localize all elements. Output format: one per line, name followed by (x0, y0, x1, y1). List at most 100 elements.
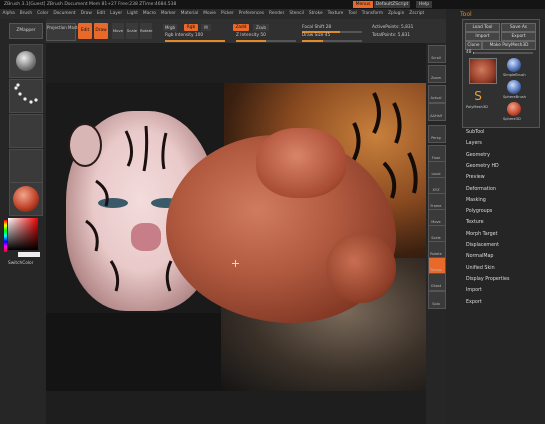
tool-menu-geometry-hd[interactable]: Geometry HD (466, 164, 499, 169)
load-tool-button[interactable]: Load Tool (465, 23, 500, 32)
draw-size-slider[interactable] (302, 40, 362, 42)
menu-macro[interactable]: Macro (140, 9, 158, 19)
tool-menu-import[interactable]: Import (466, 288, 482, 293)
shelf-actual-button[interactable] (428, 85, 446, 103)
dots-stroke-icon (14, 83, 38, 104)
shelf-xyz-label: XYZ (432, 188, 440, 192)
shelf-zoom-button[interactable] (428, 65, 446, 83)
menu-zplugin[interactable]: Zplugin (386, 9, 407, 19)
spherebrush-icon[interactable] (507, 80, 521, 94)
draw-button[interactable]: Draw (94, 23, 108, 39)
m-button[interactable]: M (201, 24, 211, 31)
zsub-button[interactable]: Zsub (253, 24, 269, 31)
z-intensity-slider[interactable] (236, 40, 296, 42)
menu-alpha[interactable]: Alpha (0, 9, 17, 19)
menu-transform[interactable]: Transform (359, 9, 385, 19)
menu-document[interactable]: Document (51, 9, 78, 19)
tool-menu-unified-skin[interactable]: Unified Skin (466, 266, 495, 271)
menu-marker[interactable]: Marker (158, 9, 178, 19)
menu-light[interactable]: Light (125, 9, 141, 19)
projection-master-button[interactable]: Projection Master (46, 23, 82, 41)
export-button[interactable]: Export (501, 32, 536, 41)
menu-brush[interactable]: Brush (17, 9, 34, 19)
shelf-solo-button[interactable] (428, 291, 446, 309)
tool-menu-masking[interactable]: Masking (466, 198, 486, 203)
menu-movie[interactable]: Movie (201, 9, 219, 19)
menu-layer[interactable]: Layer (108, 9, 125, 19)
z-intensity-label: Z Intensity 50 (236, 33, 266, 38)
document-canvas[interactable] (46, 83, 426, 391)
shelf-scale-label: Scale (431, 236, 441, 240)
menu-picker[interactable]: Picker (218, 9, 236, 19)
make-polymesh3d-button[interactable]: Make PolyMesh3D (482, 41, 536, 50)
shelf-local-label: Local (431, 172, 441, 176)
clone-button[interactable]: Clone (465, 41, 482, 50)
sculpted-mesh-lobe (326, 233, 396, 303)
menus-button[interactable]: Menus (353, 1, 373, 8)
menu-zscript[interactable]: Zscript (407, 9, 427, 19)
tool-menu-normalmap[interactable]: NormalMap (466, 254, 493, 259)
mrgb-button[interactable]: Mrgb (163, 24, 177, 31)
current-tool-thumb[interactable] (469, 58, 497, 84)
simplebrush-label: SimpleBrush (503, 73, 526, 77)
tool-menu-subtool[interactable]: SubTool (466, 130, 484, 135)
menu-tool[interactable]: Tool (346, 9, 359, 19)
standard-brush-icon (16, 51, 36, 71)
polymesh3d-icon[interactable]: S (471, 89, 485, 103)
texture-selector[interactable] (9, 149, 43, 183)
tool-slider[interactable] (473, 52, 533, 54)
menu-color[interactable]: Color (35, 9, 51, 19)
tool-menu-geometry[interactable]: Geometry (466, 153, 490, 158)
tool-menu-layers[interactable]: Layers (466, 141, 482, 146)
help-button[interactable]: Help (416, 1, 432, 8)
tool-palette-title[interactable]: Tool (460, 11, 472, 18)
alpha-selector[interactable] (9, 114, 43, 148)
shelf-aahalf-button[interactable] (428, 103, 446, 121)
tool-menu-preview[interactable]: Preview (466, 175, 485, 180)
rgb-intensity-fill (165, 40, 225, 42)
simplebrush-icon[interactable] (507, 58, 521, 72)
tool-menu-display-properties[interactable]: Display Properties (466, 277, 509, 282)
scale-button[interactable]: Scale (126, 23, 138, 39)
rgb-intensity-label: Rgb Intensity 100 (165, 33, 204, 38)
move-button[interactable]: Move (112, 23, 124, 39)
hue-strip[interactable] (4, 220, 7, 252)
menu-preferences[interactable]: Preferences (236, 9, 266, 19)
zadd-button[interactable]: Zadd (233, 24, 249, 31)
menu-texture[interactable]: Texture (325, 9, 346, 19)
tool-menu-deformation[interactable]: Deformation (466, 187, 496, 192)
tool-menu-displacement[interactable]: Displacement (466, 243, 499, 248)
shelf-persp-button[interactable] (428, 125, 446, 143)
tool-palette: Load Tool Save As Import Export Clone Ma… (462, 19, 540, 128)
tool-menu-texture[interactable]: Texture (466, 220, 484, 225)
color-picker[interactable] (8, 218, 38, 250)
total-points-readout: TotalPoints: 5,831 (372, 33, 411, 38)
menu-edit[interactable]: Edit (94, 9, 107, 19)
menu-stencil[interactable]: Stencil (287, 9, 307, 19)
shelf-scroll-button[interactable] (428, 45, 446, 63)
stroke-selector[interactable] (9, 79, 43, 113)
switch-color-label[interactable]: SwitchColor (8, 261, 33, 266)
tool-menu-morph-target[interactable]: Morph Target (466, 232, 498, 237)
material-selector[interactable] (9, 182, 43, 216)
zmapper-button[interactable]: ZMapper (9, 23, 43, 39)
tool-menu-polygroups[interactable]: Polygroups (466, 209, 492, 214)
menu-render[interactable]: Render (267, 9, 287, 19)
edit-button[interactable]: Edit (78, 23, 92, 39)
shelf-ghost-button[interactable] (428, 273, 446, 291)
rgb-button[interactable]: Rgb (184, 24, 198, 31)
menu-material[interactable]: Material (178, 9, 200, 19)
main-color-swatch[interactable] (18, 252, 40, 257)
z-intensity-fill (236, 40, 266, 42)
menu-stroke[interactable]: Stroke (306, 9, 325, 19)
brush-selector[interactable] (9, 44, 43, 78)
default-zscript-button[interactable]: DefaultZScript (374, 1, 410, 8)
tool-menu-export[interactable]: Export (466, 300, 482, 305)
sphere3d-icon[interactable] (507, 102, 521, 116)
rotate-button[interactable]: Rotate (140, 23, 152, 39)
save-as-button[interactable]: Save As (501, 23, 536, 32)
menu-draw[interactable]: Draw (78, 9, 94, 19)
import-button[interactable]: Import (465, 32, 500, 41)
shelf-frame-label: Frame (430, 204, 442, 208)
rgb-intensity-slider[interactable] (165, 40, 225, 42)
